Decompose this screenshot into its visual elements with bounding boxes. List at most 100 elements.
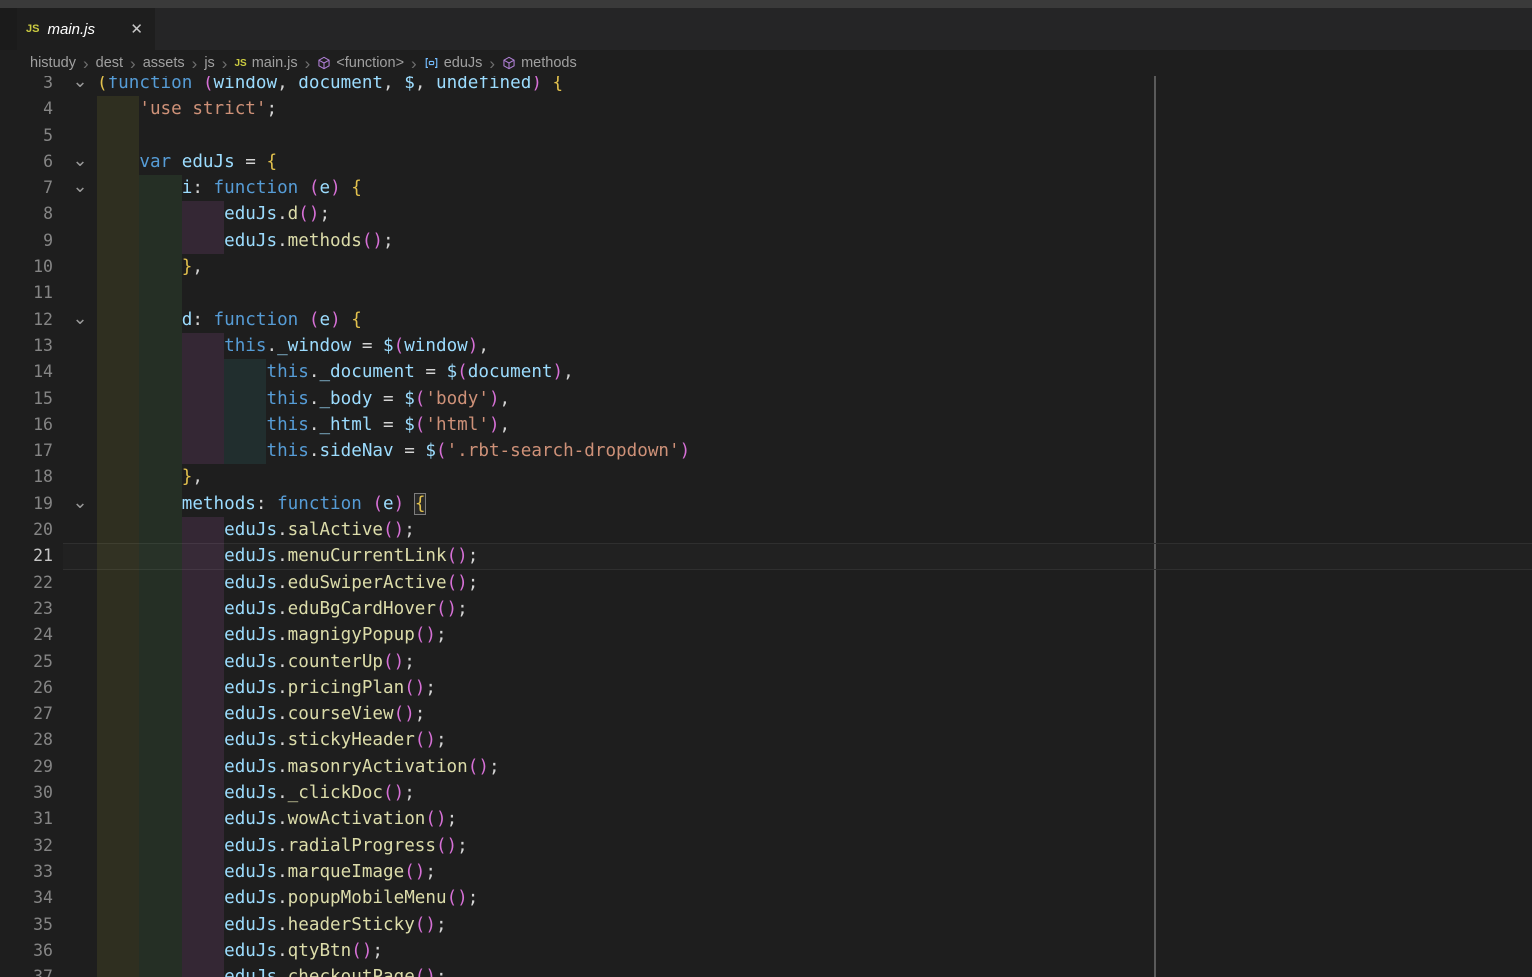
fold-chevron-icon[interactable]: ⌄ (64, 148, 96, 174)
code-line-9[interactable]: 9 eduJs.methods(); (0, 228, 1532, 254)
code-line-21[interactable]: 21 eduJs.menuCurrentLink(); (0, 543, 1532, 569)
code-text: eduJs.d(); (97, 204, 330, 224)
code-line-19[interactable]: 19 ⌄ methods: function (e) { (0, 491, 1532, 517)
code-line-3[interactable]: 3⌄(function (window, document, $, undefi… (0, 76, 1532, 96)
breadcrumb-item-dest[interactable]: dest (96, 55, 123, 71)
line-content: }, (97, 254, 1532, 280)
code-text: }, (97, 257, 203, 277)
fold-chevron-icon[interactable]: ⌄ (64, 174, 96, 200)
code-line-30[interactable]: 30 eduJs._clickDoc(); (0, 780, 1532, 806)
line-content: methods: function (e) { (97, 491, 1532, 517)
code-text: eduJs.checkoutPage(); (97, 967, 447, 977)
symbol-method-icon (502, 56, 516, 70)
tab-bar-left-edge (0, 8, 17, 50)
code-line-12[interactable]: 12⌄ d: function (e) { (0, 307, 1532, 333)
code-line-23[interactable]: 23 eduJs.eduBgCardHover(); (0, 596, 1532, 622)
line-number: 10 (0, 254, 53, 280)
breadcrumb-label: assets (143, 55, 185, 71)
breadcrumb-item-histudy[interactable]: histudy (30, 55, 76, 71)
code-line-33[interactable]: 33 eduJs.marqueImage(); (0, 859, 1532, 885)
code-line-11[interactable]: 11 (0, 280, 1532, 306)
code-line-6[interactable]: 6⌄ var eduJs = { (0, 149, 1532, 175)
breadcrumb-item-assets[interactable]: assets (143, 55, 185, 71)
line-number: 24 (0, 622, 53, 648)
breadcrumb-label: histudy (30, 55, 76, 71)
symbol-method-icon (317, 56, 331, 70)
code-line-27[interactable]: 27 eduJs.courseView(); (0, 701, 1532, 727)
line-number: 23 (0, 596, 53, 622)
code-line-37[interactable]: 37 eduJs.checkoutPage(); (0, 964, 1532, 977)
code-line-13[interactable]: 13 this._window = $(window), (0, 333, 1532, 359)
line-content (97, 123, 1532, 149)
vscode-window: JS main.js ✕ histudy › dest › assets › js › JSma… (0, 0, 1532, 977)
line-content: eduJs._clickDoc(); (97, 780, 1532, 806)
line-number: 14 (0, 359, 53, 385)
code-line-8[interactable]: 8 eduJs.d(); (0, 201, 1532, 227)
breadcrumb-item-function[interactable]: <function> (317, 55, 404, 71)
line-number: 22 (0, 570, 53, 596)
line-content: this._body = $('body'), (97, 386, 1532, 412)
breadcrumb-item-edujs[interactable]: eduJs (424, 55, 483, 71)
indent-guide-block (97, 280, 139, 306)
line-content: eduJs.d(); (97, 201, 1532, 227)
code-line-5[interactable]: 5 (0, 123, 1532, 149)
line-number: 33 (0, 859, 53, 885)
line-content: eduJs.eduBgCardHover(); (97, 596, 1532, 622)
code-text: this._window = $(window), (97, 336, 489, 356)
js-file-icon: JS (26, 23, 39, 35)
code-text: eduJs.headerSticky(); (97, 915, 447, 935)
close-icon[interactable]: ✕ (126, 18, 147, 40)
code-editor[interactable]: 3⌄(function (window, document, $, undefi… (0, 76, 1532, 977)
breadcrumb-separator-icon: › (192, 55, 198, 72)
line-content: this.sideNav = $('.rbt-search-dropdown') (97, 438, 1532, 464)
code-line-18[interactable]: 18 }, (0, 464, 1532, 490)
code-text: eduJs.courseView(); (97, 704, 425, 724)
code-line-16[interactable]: 16 this._html = $('html'), (0, 412, 1532, 438)
breadcrumb-separator-icon: › (222, 55, 228, 72)
line-number: 19 (0, 491, 53, 517)
code-line-36[interactable]: 36 eduJs.qtyBtn(); (0, 938, 1532, 964)
breadcrumb-item-js[interactable]: js (204, 55, 214, 71)
line-content: this._html = $('html'), (97, 412, 1532, 438)
code-line-34[interactable]: 34 eduJs.popupMobileMenu(); (0, 885, 1532, 911)
code-line-32[interactable]: 32 eduJs.radialProgress(); (0, 833, 1532, 859)
code-line-7[interactable]: 7⌄ i: function (e) { (0, 175, 1532, 201)
code-text: eduJs._clickDoc(); (97, 783, 415, 803)
fold-chevron-icon[interactable]: ⌄ (64, 306, 96, 332)
line-content: eduJs.checkoutPage(); (97, 964, 1532, 977)
code-line-31[interactable]: 31 eduJs.wowActivation(); (0, 806, 1532, 832)
code-text: eduJs.salActive(); (97, 520, 415, 540)
code-line-35[interactable]: 35 eduJs.headerSticky(); (0, 912, 1532, 938)
line-content: eduJs.marqueImage(); (97, 859, 1532, 885)
code-text: eduJs.stickyHeader(); (97, 730, 447, 750)
line-content: this._document = $(document), (97, 359, 1532, 385)
breadcrumb-item-methods[interactable]: methods (502, 55, 577, 71)
code-line-14[interactable]: 14 this._document = $(document), (0, 359, 1532, 385)
line-content: eduJs.masonryActivation(); (97, 754, 1532, 780)
fold-chevron-icon[interactable]: ⌄ (64, 490, 96, 516)
code-line-29[interactable]: 29 eduJs.masonryActivation(); (0, 754, 1532, 780)
breadcrumb-item-main-js[interactable]: JSmain.js (234, 55, 297, 71)
fold-chevron-icon[interactable]: ⌄ (64, 76, 96, 95)
line-content: this._window = $(window), (97, 333, 1532, 359)
code-line-26[interactable]: 26 eduJs.pricingPlan(); (0, 675, 1532, 701)
code-line-4[interactable]: 4 'use strict'; (0, 96, 1532, 122)
line-number: 18 (0, 464, 53, 490)
line-number: 4 (0, 96, 53, 122)
tab-main-js[interactable]: JS main.js ✕ (17, 8, 155, 50)
js-file-icon: JS (234, 58, 246, 69)
breadcrumb-separator-icon: › (130, 55, 136, 72)
code-line-24[interactable]: 24 eduJs.magnigyPopup(); (0, 622, 1532, 648)
code-line-28[interactable]: 28 eduJs.stickyHeader(); (0, 727, 1532, 753)
line-content (97, 280, 1532, 306)
breadcrumb-separator-icon: › (411, 55, 417, 72)
code-text: (function (window, document, $, undefine… (97, 76, 563, 93)
code-line-22[interactable]: 22 eduJs.eduSwiperActive(); (0, 570, 1532, 596)
code-line-15[interactable]: 15 this._body = $('body'), (0, 386, 1532, 412)
code-line-10[interactable]: 10 }, (0, 254, 1532, 280)
code-text: this._document = $(document), (97, 362, 574, 382)
code-line-20[interactable]: 20 eduJs.salActive(); (0, 517, 1532, 543)
code-text: this._html = $('html'), (97, 415, 510, 435)
code-line-25[interactable]: 25 eduJs.counterUp(); (0, 649, 1532, 675)
code-line-17[interactable]: 17 this.sideNav = $('.rbt-search-dropdow… (0, 438, 1532, 464)
